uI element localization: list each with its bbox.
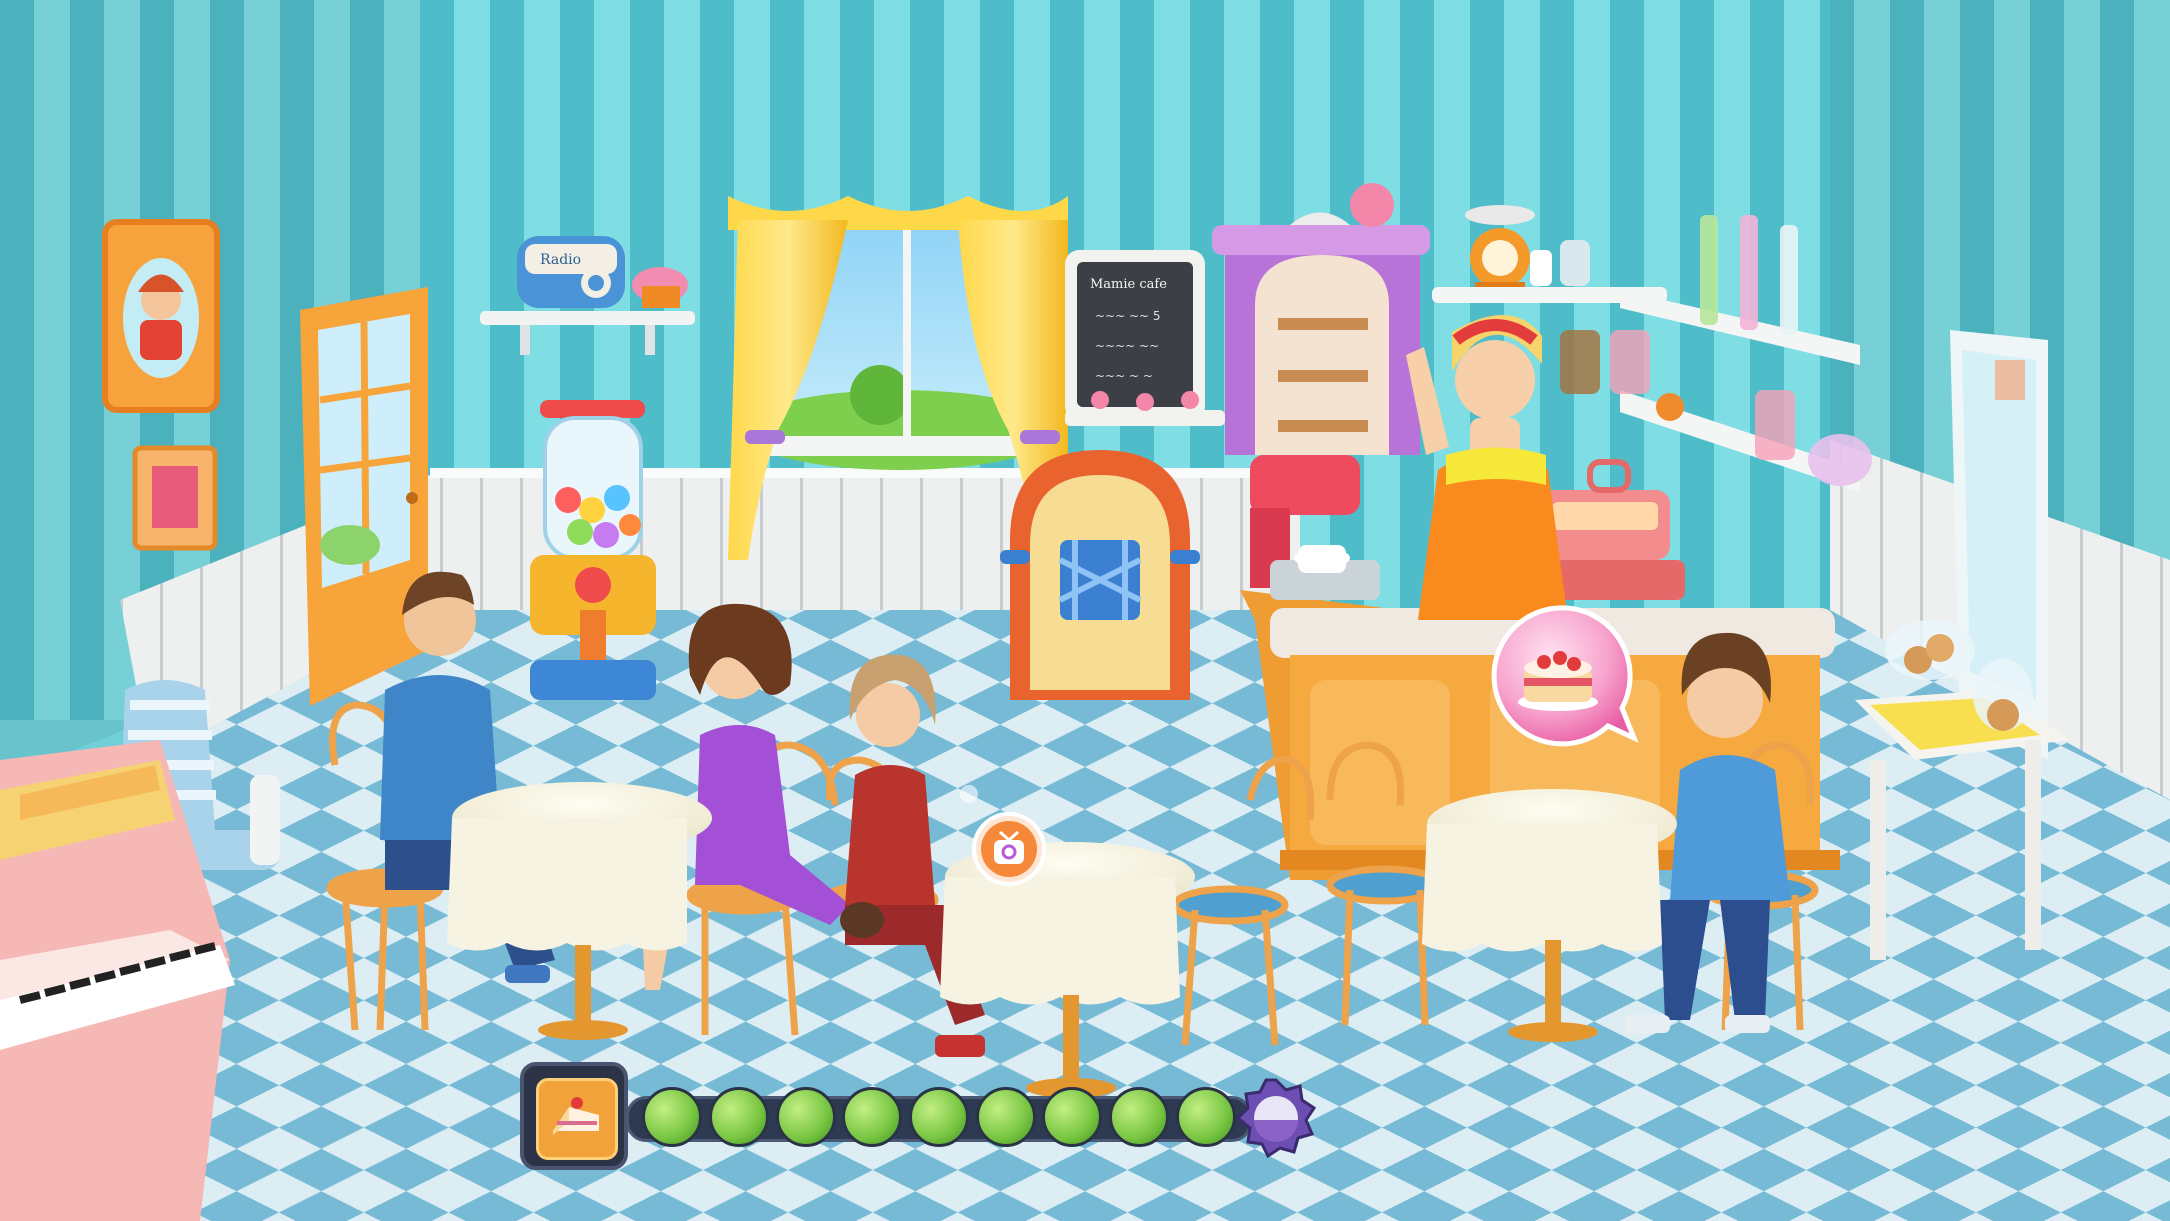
cafe-room: Radio Mamie cafe ~~~ ~~ 5 ~~~~ ~~ ~~~ ~ … — [0, 0, 2170, 1221]
tv-ad-bubble[interactable] — [970, 810, 1048, 888]
jukebox — [1000, 450, 1200, 700]
progress-segment — [1042, 1087, 1103, 1147]
chalkboard-line-1: ~~~ ~~ 5 — [1095, 309, 1161, 323]
radio-label: Radio — [540, 252, 581, 268]
progress-segment — [1109, 1087, 1169, 1147]
chalkboard-line-2: ~~~~ ~~ — [1095, 339, 1159, 353]
level-button[interactable] — [520, 1062, 628, 1170]
progress-segments — [639, 1087, 1239, 1151]
progress-segment — [975, 1087, 1036, 1147]
cafe-scene: Radio Mamie cafe ~~~ ~~ 5 ~~~~ ~~ ~~~ ~ … — [0, 0, 2170, 1221]
cake-slice-icon — [536, 1078, 618, 1160]
cafe-door — [300, 287, 428, 706]
small-frame — [132, 445, 218, 551]
order-bubble[interactable] — [1478, 598, 1640, 758]
progress-segment — [642, 1087, 703, 1147]
framed-portrait — [102, 219, 220, 413]
progress-segment — [709, 1087, 769, 1147]
progress-segment — [909, 1087, 969, 1147]
progress-segment — [842, 1087, 903, 1147]
chalkboard-title: Mamie cafe — [1090, 277, 1167, 292]
progress-bar — [520, 1062, 1316, 1172]
purple-badge-icon[interactable] — [1236, 1078, 1316, 1158]
chalkboard: Mamie cafe ~~~ ~~ 5 ~~~~ ~~ ~~~ ~ ~ — [1065, 250, 1225, 426]
progress-segment — [1175, 1087, 1236, 1147]
progress-segment — [775, 1087, 836, 1147]
chalkboard-line-3: ~~~ ~ ~ — [1095, 369, 1153, 383]
progress-track — [626, 1087, 1252, 1147]
bubble-dot — [960, 785, 978, 803]
